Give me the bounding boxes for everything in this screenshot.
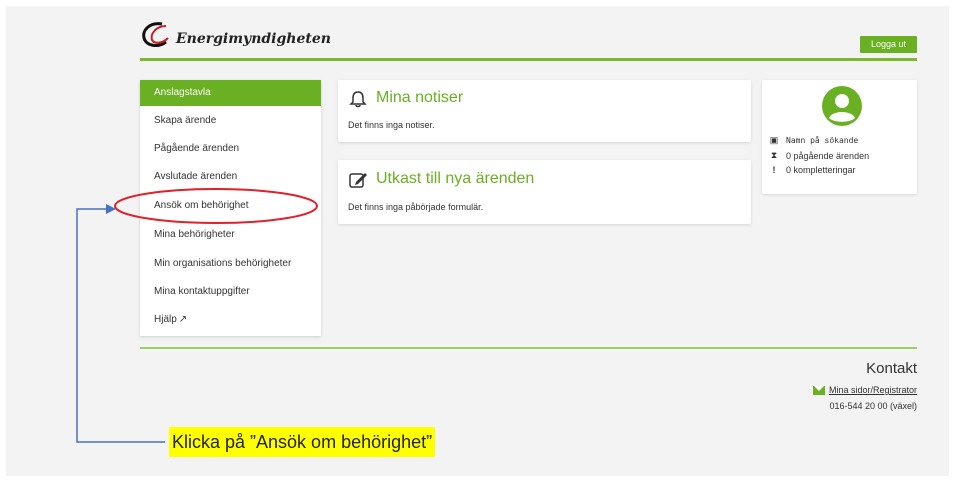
- ongoing-cases-count: 0 pågående ärenden: [786, 150, 870, 161]
- contact-phone: 016-544 20 00 (växel): [829, 401, 917, 411]
- hourglass-icon: ⧗: [770, 150, 778, 160]
- exclamation-icon: !: [772, 165, 776, 175]
- notices-card: Mina notiser Det finns inga notiser.: [338, 80, 751, 142]
- sidebar-item-skapa-arende[interactable]: Skapa ärende: [140, 108, 321, 134]
- notices-title: Mina notiser: [376, 89, 464, 106]
- sidebar-item-hjalp[interactable]: Hjälp ↗: [140, 307, 321, 333]
- contact-title: Kontakt: [866, 360, 917, 377]
- edit-icon: [349, 173, 367, 188]
- energimyndigheten-logo[interactable]: Energimyndigheten: [140, 20, 331, 50]
- bell-icon: [349, 91, 367, 108]
- notices-text: Det finns inga notiser.: [348, 120, 435, 130]
- sidebar-item-avslutade-arenden[interactable]: Avslutade ärenden: [140, 164, 321, 190]
- completions-count: 0 kompletteringar: [786, 165, 856, 175]
- instruction-label: Klicka på ”Ansök om behörighet”: [169, 427, 436, 457]
- contact-link-label: Mina sidor/Registrator: [828, 385, 917, 395]
- header-divider: [140, 58, 917, 61]
- logo-text: Energimyndigheten: [176, 31, 331, 47]
- profile-completions-row: ! 0 kompletteringar: [768, 165, 856, 175]
- sidebar-nav: Anslagstavla Skapa ärende Pågående ärend…: [140, 80, 321, 336]
- sidebar-item-min-organisations-behorigheter[interactable]: Min organisations behörigheter: [140, 251, 321, 277]
- logout-button[interactable]: Logga ut: [860, 36, 917, 53]
- profile-name-row: ▣ Namn på sökande: [768, 135, 859, 146]
- sidebar-item-anslagstavla[interactable]: Anslagstavla: [140, 80, 321, 106]
- drafts-card: Utkast till nya ärenden Det finns inga p…: [338, 160, 751, 224]
- sidebar-item-hjalp-label: Hjälp: [154, 314, 177, 325]
- mail-icon: [812, 385, 825, 395]
- sidebar-item-mina-behorigheter[interactable]: Mina behörigheter: [140, 222, 321, 248]
- sidebar-item-mina-kontaktuppgifter[interactable]: Mina kontaktuppgifter: [140, 279, 321, 305]
- footer-divider: [140, 347, 917, 349]
- drafts-text: Det finns inga påbörjade formulär.: [348, 202, 484, 212]
- id-card-icon: ▣: [769, 135, 779, 145]
- external-link-icon: ↗: [178, 314, 188, 325]
- sidebar-item-pagaende-arenden[interactable]: Pågående ärenden: [140, 136, 321, 162]
- profile-ongoing-row: ⧗ 0 pågående ärenden: [768, 150, 869, 161]
- sidebar-item-ansok-om-behorighet[interactable]: Ansök om behörighet: [140, 193, 321, 219]
- drafts-title: Utkast till nya ärenden: [376, 170, 535, 187]
- logo-swoosh-icon: [142, 22, 169, 47]
- contact-link[interactable]: Mina sidor/Registrator: [812, 385, 917, 395]
- user-avatar-icon: [822, 86, 862, 126]
- applicant-name: Namn på sökande: [786, 136, 859, 145]
- profile-card: ▣ Namn på sökande ⧗ 0 pågående ärenden !…: [762, 80, 917, 194]
